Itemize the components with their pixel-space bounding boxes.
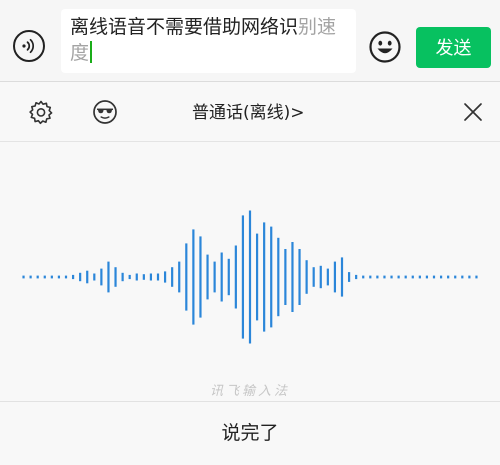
waveform-bar [128,274,131,280]
waveform-bar [163,271,167,283]
waveform-bar [376,275,379,279]
message-input[interactable]: 离线语音不需要借助网络识别速度 [61,9,356,73]
voice-panel-toolbar: 普通话(离线)> [0,82,500,142]
waveform-bar [178,261,181,293]
voice-input-panel: 普通话(离线)> 讯飞输入法 说完了 [0,82,500,465]
waveform-bar [43,275,46,279]
waveform-bar [355,274,358,280]
voice-wave-icon[interactable] [13,30,45,62]
waveform-bar [22,275,25,279]
chevron-right-icon: > [290,103,305,123]
brand-watermark: 讯飞输入法 [209,384,290,399]
waveform-bar [468,275,471,279]
waveform-bar [241,215,245,339]
send-button[interactable]: 发送 [416,27,491,68]
waveform-bar [369,275,372,279]
waveform-bar [50,275,53,279]
waveform-bar [36,275,39,279]
finish-speaking-label: 说完了 [221,422,279,444]
waveform-bar [220,252,223,302]
waveform-bar [326,268,329,286]
waveform-bar [121,272,124,282]
waveform-bar [149,273,153,281]
waveform-bar [397,275,400,279]
waveform-bar [277,237,280,317]
waveform-bar [213,261,216,293]
waveform-bar [362,275,365,279]
recognition-mode-label: 普通话(离线) [192,103,291,123]
waveform-bar [432,275,436,279]
waveform-bar [171,267,174,287]
waveform-bar [156,273,160,281]
waveform-bar [425,275,429,279]
chat-input-bar: 离线语音不需要借助网络识别速度 发送 [0,0,500,82]
text-caret [90,41,93,63]
gear-icon[interactable] [28,99,54,125]
close-icon[interactable] [462,101,484,123]
waveform-bar [142,274,145,280]
waveform-bar [135,273,138,281]
waveform-bar [114,267,117,287]
waveform-bar [57,275,61,279]
waveform-bar [312,267,315,287]
waveform-bar [404,275,407,279]
waveform-bar [475,275,478,279]
voice-waveform [22,210,478,344]
waveform-bar [255,233,259,321]
waveform-bar [439,275,443,279]
waveform-bar [86,270,89,284]
waveform-bar [206,254,209,300]
waveform-bar [107,261,110,293]
waveform-bar [270,226,273,328]
waveform-bar [100,268,103,286]
waveform-bar [263,222,266,332]
waveform-bar [93,273,96,281]
waveform-bar [298,249,301,305]
waveform-bar [192,229,195,325]
waveform-bar [418,275,421,279]
waveform-bar [227,258,230,296]
waveform-bar [284,249,287,305]
waveform-bar [248,210,252,344]
waveform-bar [79,272,82,282]
waveform-bar [29,275,32,279]
smiley-icon[interactable] [368,30,402,64]
waveform-bar [454,275,457,279]
waveform-bar [291,242,294,312]
finish-speaking-button[interactable]: 说完了 [0,401,500,465]
waveform-bar [199,236,202,318]
waveform-bar [71,274,75,280]
waveform-bar [234,245,237,309]
sunglasses-face-icon[interactable] [92,99,118,125]
waveform-bar [319,265,322,289]
waveform-bar [461,275,464,279]
waveform-bar [390,275,393,279]
waveform-bar [333,261,337,293]
message-input-text: 离线语音不需要借助网络识 [70,16,299,38]
waveform-bar [383,275,386,279]
waveform-bar [347,272,351,282]
waveform-bar [447,275,450,279]
waveform-bar [64,275,68,279]
waveform-bar [340,257,344,297]
waveform-bar [411,275,414,279]
recognition-mode-selector[interactable]: 普通话(离线)> [192,100,305,126]
waveform-bar [185,243,188,311]
waveform-bar [305,260,308,294]
